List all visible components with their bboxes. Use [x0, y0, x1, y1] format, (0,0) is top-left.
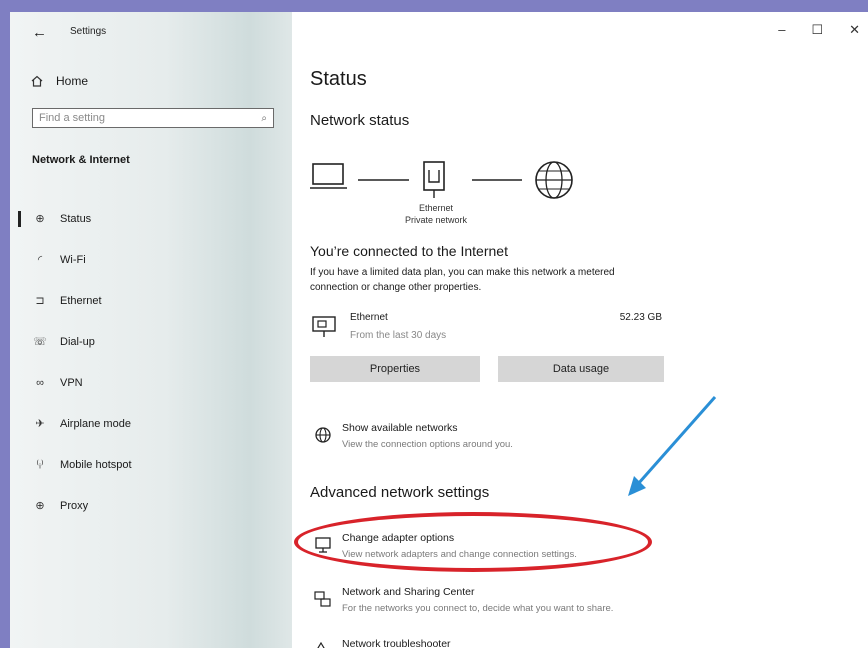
hotspot-icon: ⁽ᵢ⁾ — [36, 459, 44, 471]
warning-icon — [317, 642, 325, 648]
sidebar-nav: ⊕ Status ◜ Wi-Fi ⊐ Ethernet ☏ Dial-up ∞ … — [10, 198, 292, 526]
sidebar-section-title: Network & Internet — [32, 154, 130, 166]
diagram-caption-line2: Private network — [404, 215, 468, 225]
home-icon — [31, 75, 43, 87]
sidebar-item-status[interactable]: ⊕ Status — [10, 198, 292, 239]
link-subtitle: For the networks you connect to, decide … — [342, 603, 614, 614]
ethernet-usage: 52.23 GB — [619, 312, 662, 323]
sidebar-item-mobile-hotspot[interactable]: ⁽ᵢ⁾ Mobile hotspot — [10, 444, 292, 485]
search-box[interactable]: ⌕ — [32, 108, 274, 128]
globe-icon — [315, 427, 331, 443]
main-content: Status Network status Ethernet Private n… — [294, 12, 860, 648]
ethernet-port-icon — [423, 161, 445, 198]
ethernet-subtitle: From the last 30 days — [350, 330, 447, 341]
sidebar-item-label: Proxy — [60, 499, 89, 512]
link-subtitle: View the connection options around you. — [342, 439, 513, 450]
annotation-arrow — [628, 396, 717, 496]
sidebar-item-dialup[interactable]: ☏ Dial-up — [10, 321, 292, 362]
sharing-center-icon — [314, 591, 331, 607]
link-title: Network and Sharing Center — [342, 586, 475, 598]
phone-icon: ☏ — [33, 336, 47, 348]
page-title: Status — [310, 68, 367, 90]
sidebar-item-ethernet[interactable]: ⊐ Ethernet — [10, 280, 292, 321]
sidebar-item-vpn[interactable]: ∞ VPN — [10, 362, 292, 403]
ethernet-icon — [312, 316, 336, 337]
sidebar-item-home[interactable]: Home — [30, 72, 88, 90]
search-input[interactable] — [39, 112, 249, 124]
sidebar-item-label: Mobile hotspot — [60, 458, 132, 471]
link-title: Network troubleshooter — [342, 638, 451, 648]
settings-window: ← Settings Home ⌕ Network & Internet ⊕ S… — [10, 12, 868, 648]
adapter-icon — [315, 537, 331, 553]
sidebar: ← Settings Home ⌕ Network & Internet ⊕ S… — [10, 12, 292, 648]
sidebar-item-wifi[interactable]: ◜ Wi-Fi — [10, 239, 292, 280]
connected-title: You’re connected to the Internet — [310, 243, 508, 259]
sidebar-item-proxy[interactable]: ⊕ Proxy — [10, 485, 292, 526]
vpn-icon: ∞ — [36, 376, 44, 389]
home-label: Home — [56, 74, 89, 88]
globe-icon: ⊕ — [35, 213, 45, 225]
connected-text: If you have a limited data plan, you can… — [310, 267, 615, 293]
ethernet-icon: ⊐ — [35, 295, 45, 307]
airplane-icon: ✈ — [35, 418, 45, 430]
network-troubleshooter-link[interactable]: Network troubleshooter — [310, 638, 730, 648]
sidebar-item-label: Dial-up — [60, 335, 95, 348]
ethernet-name: Ethernet — [350, 312, 388, 323]
sidebar-item-label: Status — [60, 212, 92, 225]
sidebar-item-label: Ethernet — [60, 294, 102, 307]
network-status-title: Network status — [310, 112, 410, 129]
sidebar-item-label: VPN — [60, 376, 83, 389]
data-usage-button[interactable]: Data usage — [498, 356, 664, 382]
diagram-caption-line1: Ethernet — [418, 203, 454, 213]
ethernet-usage-row: Ethernet From the last 30 days 52.23 GB — [310, 310, 662, 350]
window-title: Settings — [70, 26, 107, 37]
arrow-left-icon[interactable]: ← — [32, 24, 47, 41]
wifi-icon: ◜ — [37, 254, 43, 266]
sidebar-item-label: Wi-Fi — [60, 253, 86, 266]
advanced-network-settings-title: Advanced network settings — [310, 484, 490, 501]
link-subtitle: View network adapters and change connect… — [342, 549, 577, 560]
link-title: Change adapter options — [342, 532, 455, 544]
link-title: Show available networks — [342, 422, 458, 434]
search-icon[interactable]: ⌕ — [261, 113, 267, 124]
change-adapter-options-link[interactable]: Change adapter options View network adap… — [310, 532, 730, 568]
globe-icon: ⊕ — [35, 500, 45, 512]
sidebar-item-label: Airplane mode — [60, 417, 131, 430]
laptop-icon — [310, 163, 347, 189]
sidebar-item-airplane-mode[interactable]: ✈ Airplane mode — [10, 403, 292, 444]
properties-button[interactable]: Properties — [310, 356, 480, 382]
network-sharing-center-link[interactable]: Network and Sharing Center For the netwo… — [310, 586, 730, 622]
diagram-caption: Ethernet Private network — [396, 202, 476, 226]
globe-icon — [535, 161, 573, 199]
